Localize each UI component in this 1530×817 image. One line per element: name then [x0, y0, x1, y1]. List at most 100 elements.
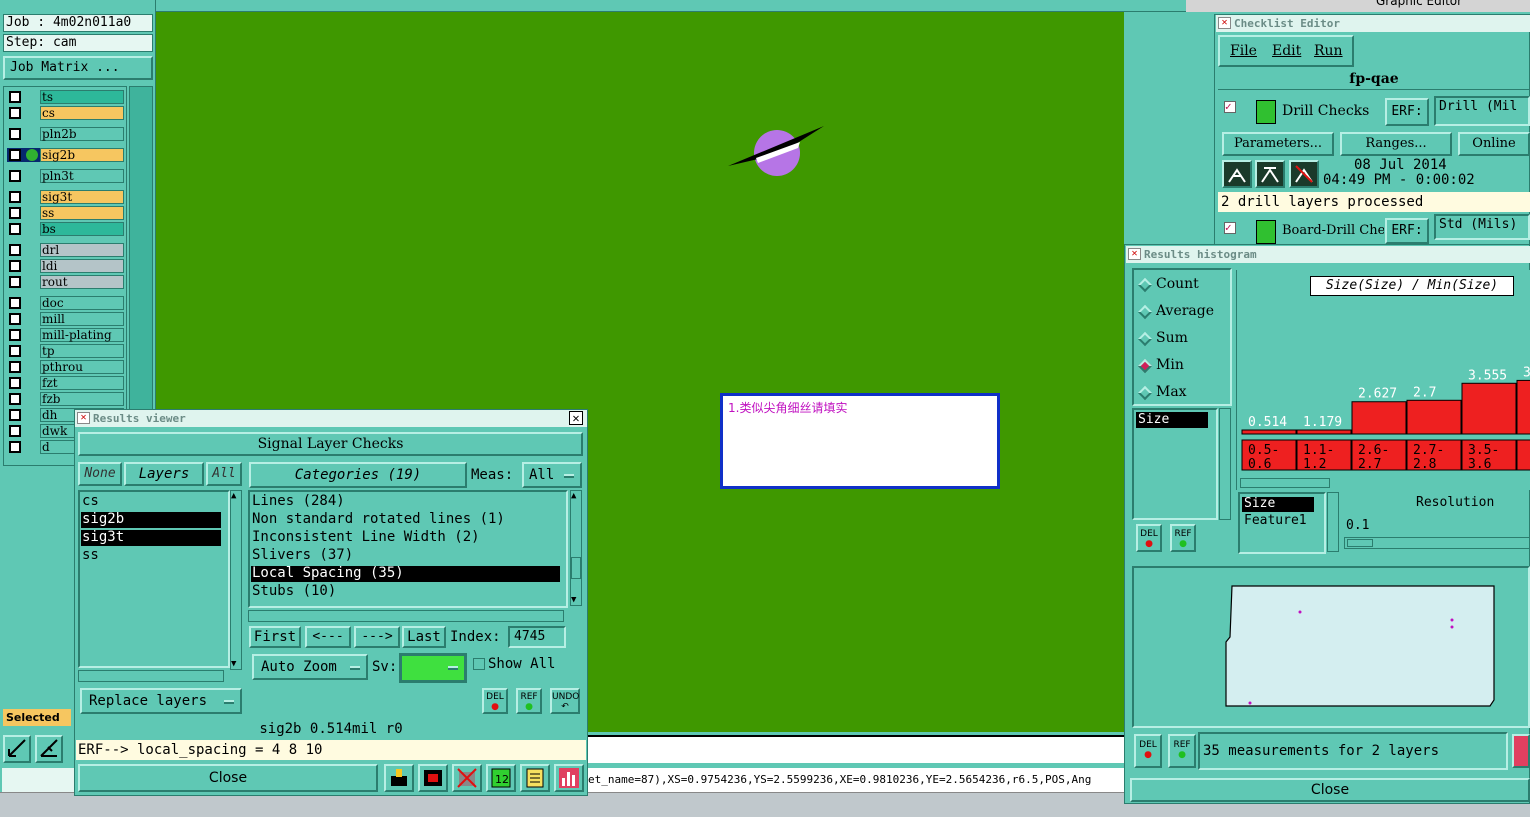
hist-del-button[interactable]: DEL ● [1136, 524, 1162, 552]
category-item[interactable]: Inconsistent Line Width (2) [251, 530, 560, 546]
window-menu-icon[interactable]: ✕ [1128, 248, 1141, 260]
run-check-button[interactable] [1222, 160, 1252, 188]
layer-checkbox[interactable] [9, 377, 21, 389]
layer-list-vscroll[interactable]: ▲ ▼ [230, 490, 242, 670]
layers-button[interactable]: Layers [124, 462, 204, 486]
stop-check-button[interactable] [1289, 160, 1319, 188]
layer-checkbox[interactable] [9, 260, 21, 272]
layer-row[interactable]: drl [7, 243, 124, 257]
layer-row[interactable]: ts [7, 90, 124, 104]
histogram-hscroll[interactable] [1240, 478, 1330, 488]
all-layers-button[interactable]: All [206, 462, 242, 486]
menu-file[interactable]: File [1230, 43, 1257, 59]
layer-row[interactable]: doc [7, 296, 124, 310]
layer-row[interactable]: ldi [7, 259, 124, 273]
histogram-close-button[interactable]: Close [1130, 778, 1530, 802]
category-item[interactable]: Local Spacing (35) [251, 566, 560, 582]
first-button[interactable]: First [249, 626, 301, 648]
scroll-down-icon[interactable]: ▼ [231, 659, 236, 669]
erf-button[interactable]: ERF: [1385, 98, 1429, 126]
histogram-bar[interactable] [1461, 382, 1517, 435]
next-button[interactable]: ---> [354, 626, 400, 648]
layer-checkbox[interactable] [9, 441, 21, 453]
layer-row[interactable]: pthrou [7, 360, 124, 374]
menu-run[interactable]: Run [1314, 43, 1343, 59]
numbered-list-button[interactable]: 12 [486, 764, 516, 792]
layer-checkbox[interactable] [9, 313, 21, 325]
bottom-left-field[interactable] [2, 768, 74, 792]
layer-row[interactable]: sig3t [7, 190, 124, 204]
layer-checkbox[interactable] [9, 409, 21, 421]
scroll-thumb[interactable] [571, 557, 581, 579]
layer-row[interactable]: mill [7, 312, 124, 326]
layer-checkbox[interactable] [9, 91, 21, 103]
x-item-feature1[interactable]: Feature1 [1242, 514, 1322, 529]
category-item[interactable]: Slivers (37) [251, 548, 560, 564]
clear-highlight-button[interactable] [452, 764, 482, 792]
board-drill-toggle[interactable]: ✓ [1224, 222, 1236, 234]
del-button[interactable]: DEL ● [482, 688, 508, 714]
ref-button[interactable]: REF ● [516, 688, 542, 714]
auto-zoom-menu[interactable]: Auto Zoom [252, 654, 368, 680]
layer-row[interactable]: rout [7, 275, 124, 289]
layer-checkbox[interactable] [9, 393, 21, 405]
layer-checkbox[interactable] [9, 345, 21, 357]
layer-row[interactable]: pln2b [7, 127, 124, 141]
highlight-button[interactable] [418, 764, 448, 792]
slider-thumb[interactable] [1347, 539, 1373, 547]
layer-row[interactable]: fzb [7, 392, 124, 406]
layer-row[interactable]: pln3t [7, 169, 124, 183]
last-button[interactable]: Last [402, 626, 446, 648]
drill-checks-toggle[interactable]: ✓ [1224, 101, 1236, 113]
layer-select-item[interactable]: sig3t [81, 530, 221, 546]
histogram-bar[interactable] [1406, 399, 1462, 435]
histogram-button[interactable] [554, 764, 584, 792]
parameters-button[interactable]: Parameters... [1222, 132, 1334, 156]
scroll-up-icon[interactable]: ▲ [231, 491, 236, 501]
category-item[interactable]: Lines (284) [251, 494, 560, 510]
undo-button[interactable]: UNDO ↶ [550, 688, 580, 714]
none-button[interactable]: None [78, 462, 122, 486]
histogram-menu-button[interactable] [1512, 734, 1530, 768]
menu-edit[interactable]: Edit [1272, 43, 1301, 59]
layer-row[interactable]: ss [7, 206, 124, 220]
sv-color-select[interactable] [399, 653, 467, 683]
layer-checkbox[interactable] [9, 128, 21, 140]
zoom-area-button[interactable] [35, 735, 63, 763]
run-all-button[interactable] [1255, 160, 1285, 188]
histogram-bar[interactable] [1241, 429, 1297, 435]
window-menu-icon[interactable]: ✕ [1218, 17, 1231, 29]
scroll-up-icon[interactable]: ▲ [571, 491, 576, 501]
histogram-bar[interactable] [1351, 401, 1407, 435]
results-close-button[interactable]: Close [78, 764, 378, 792]
category-item[interactable]: Stubs (10) [251, 584, 560, 600]
layer-checkbox[interactable] [9, 361, 21, 373]
layer-select-item[interactable]: cs [81, 494, 221, 510]
layer-checkbox[interactable] [9, 191, 21, 203]
histogram-bar[interactable] [1516, 379, 1530, 435]
histogram-titlebar[interactable]: ✕ Results histogram [1126, 246, 1530, 263]
meas-select[interactable]: All [522, 462, 582, 488]
window-menu-icon[interactable]: ✕ [77, 412, 90, 424]
close-window-icon[interactable]: ✕ [569, 411, 583, 425]
categories-button[interactable]: Categories (19) [249, 462, 467, 488]
results-viewer-titlebar[interactable]: ✕ Results viewer ✕ [75, 410, 587, 427]
layer-checkbox[interactable] [9, 297, 21, 309]
erf-field-2[interactable]: Std (Mils) [1434, 214, 1530, 240]
layer-checkbox[interactable] [9, 244, 21, 256]
canvas-note-box[interactable]: 1.类似尖角细丝请填实 [720, 393, 1000, 489]
category-hscroll[interactable] [248, 610, 564, 622]
layer-checkbox[interactable] [9, 329, 21, 341]
scroll-down-icon[interactable]: ▼ [571, 595, 576, 605]
category-item[interactable]: Non standard rotated lines (1) [251, 512, 560, 528]
show-features-button[interactable] [384, 764, 414, 792]
layer-checkbox[interactable] [9, 170, 21, 182]
x-item-size[interactable]: Size [1242, 497, 1314, 512]
layer-row[interactable]: bs [7, 222, 124, 236]
layer-row[interactable]: tp [7, 344, 124, 358]
replace-layers-menu[interactable]: Replace layers [80, 688, 242, 714]
show-all-checkbox[interactable] [473, 658, 485, 670]
layer-checkbox[interactable] [9, 276, 21, 288]
x-list-vscroll[interactable] [1327, 492, 1339, 552]
layer-checkbox[interactable] [9, 207, 21, 219]
